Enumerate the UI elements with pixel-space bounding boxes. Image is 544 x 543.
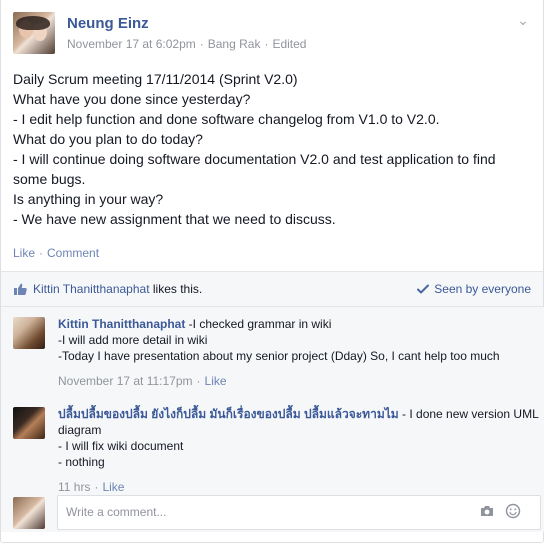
comment-meta: November 17 at 11:17pm · Like — [58, 374, 227, 388]
like-link[interactable]: Like — [13, 246, 35, 260]
comment-line: - I will fix wiki document — [58, 439, 184, 453]
comment-time[interactable]: November 17 at 11:17pm — [58, 374, 193, 388]
post-line: What have you done since yesterday? — [13, 91, 251, 107]
comment-text: ปลื้มปลื้มของปลื้ม ยังไงก็ปลื้ม มันก็เรื… — [58, 406, 544, 494]
user-avatar — [13, 497, 45, 529]
comment-composer: Write a comment... — [13, 493, 541, 531]
post-location[interactable]: Bang Rak — [208, 37, 261, 51]
commenter-avatar[interactable] — [13, 317, 45, 349]
comment-line: -I will add more detail in wiki — [58, 333, 208, 347]
comment-like-link[interactable]: Like — [102, 480, 124, 494]
seen-by[interactable]: Seen by everyone — [417, 282, 531, 296]
post-header: Neung Einz November 17 at 6:02pm · Bang Ra… — [13, 12, 531, 56]
post-actions: Like · Comment — [13, 246, 100, 260]
comment-text: Kittin Thanitthanaphat -I checked gramma… — [58, 316, 544, 388]
likers-text: Kittin Thanitthanaphat likes this. — [33, 282, 202, 296]
thumbs-up-icon — [14, 283, 27, 295]
post-line: - I will continue doing software documen… — [13, 151, 500, 187]
author-name[interactable]: Neung Einz — [67, 15, 149, 32]
post-line: - I edit help function and done software… — [13, 111, 440, 127]
post-meta: November 17 at 6:02pm · Bang Rak · Edited — [67, 37, 307, 51]
post-line: Is anything in your way? — [13, 191, 164, 207]
chevron-down-icon[interactable]: ⌄ — [515, 13, 531, 29]
post-line: - We have new assignment that we need to… — [13, 211, 336, 227]
liker-name[interactable]: Kittin Thanitthanaphat — [33, 282, 150, 296]
seen-label: Seen by everyone — [434, 282, 531, 296]
facebook-post: Neung Einz November 17 at 6:02pm · Bang Ra… — [0, 0, 544, 543]
camera-icon[interactable] — [479, 505, 495, 517]
likes-bar: Kittin Thanitthanaphat likes this. Seen … — [1, 271, 543, 307]
comment-link[interactable]: Comment — [47, 246, 99, 260]
comment-line: - nothing — [58, 455, 105, 469]
comment-input[interactable]: Write a comment... — [57, 495, 541, 530]
check-icon — [417, 284, 430, 294]
author-avatar[interactable] — [13, 12, 55, 54]
post-line: Daily Scrum meeting 17/11/2014 (Sprint V… — [13, 71, 298, 87]
post-date[interactable]: November 17 at 6:02pm — [67, 37, 196, 51]
post-edited[interactable]: Edited — [272, 37, 306, 51]
post-content: Daily Scrum meeting 17/11/2014 (Sprint V… — [13, 69, 528, 229]
emoji-icon[interactable] — [505, 503, 521, 519]
comment-meta: 11 hrs · Like — [58, 480, 125, 494]
comment-time[interactable]: 11 hrs — [58, 480, 90, 494]
commenter-avatar[interactable] — [13, 407, 45, 439]
likes-suffix: likes this. — [149, 282, 203, 296]
commenter-name[interactable]: Kittin Thanitthanaphat — [58, 317, 185, 331]
commenter-name[interactable]: ปลื้มปลื้มของปลื้ม ยังไงก็ปลื้ม มันก็เรื… — [58, 407, 399, 421]
comment-body: -I checked grammar in wiki — [185, 317, 332, 331]
comment-like-link[interactable]: Like — [205, 374, 227, 388]
post-line: What do you plan to do today? — [13, 131, 203, 147]
comment-line: -Today I have presentation about my seni… — [58, 349, 500, 363]
